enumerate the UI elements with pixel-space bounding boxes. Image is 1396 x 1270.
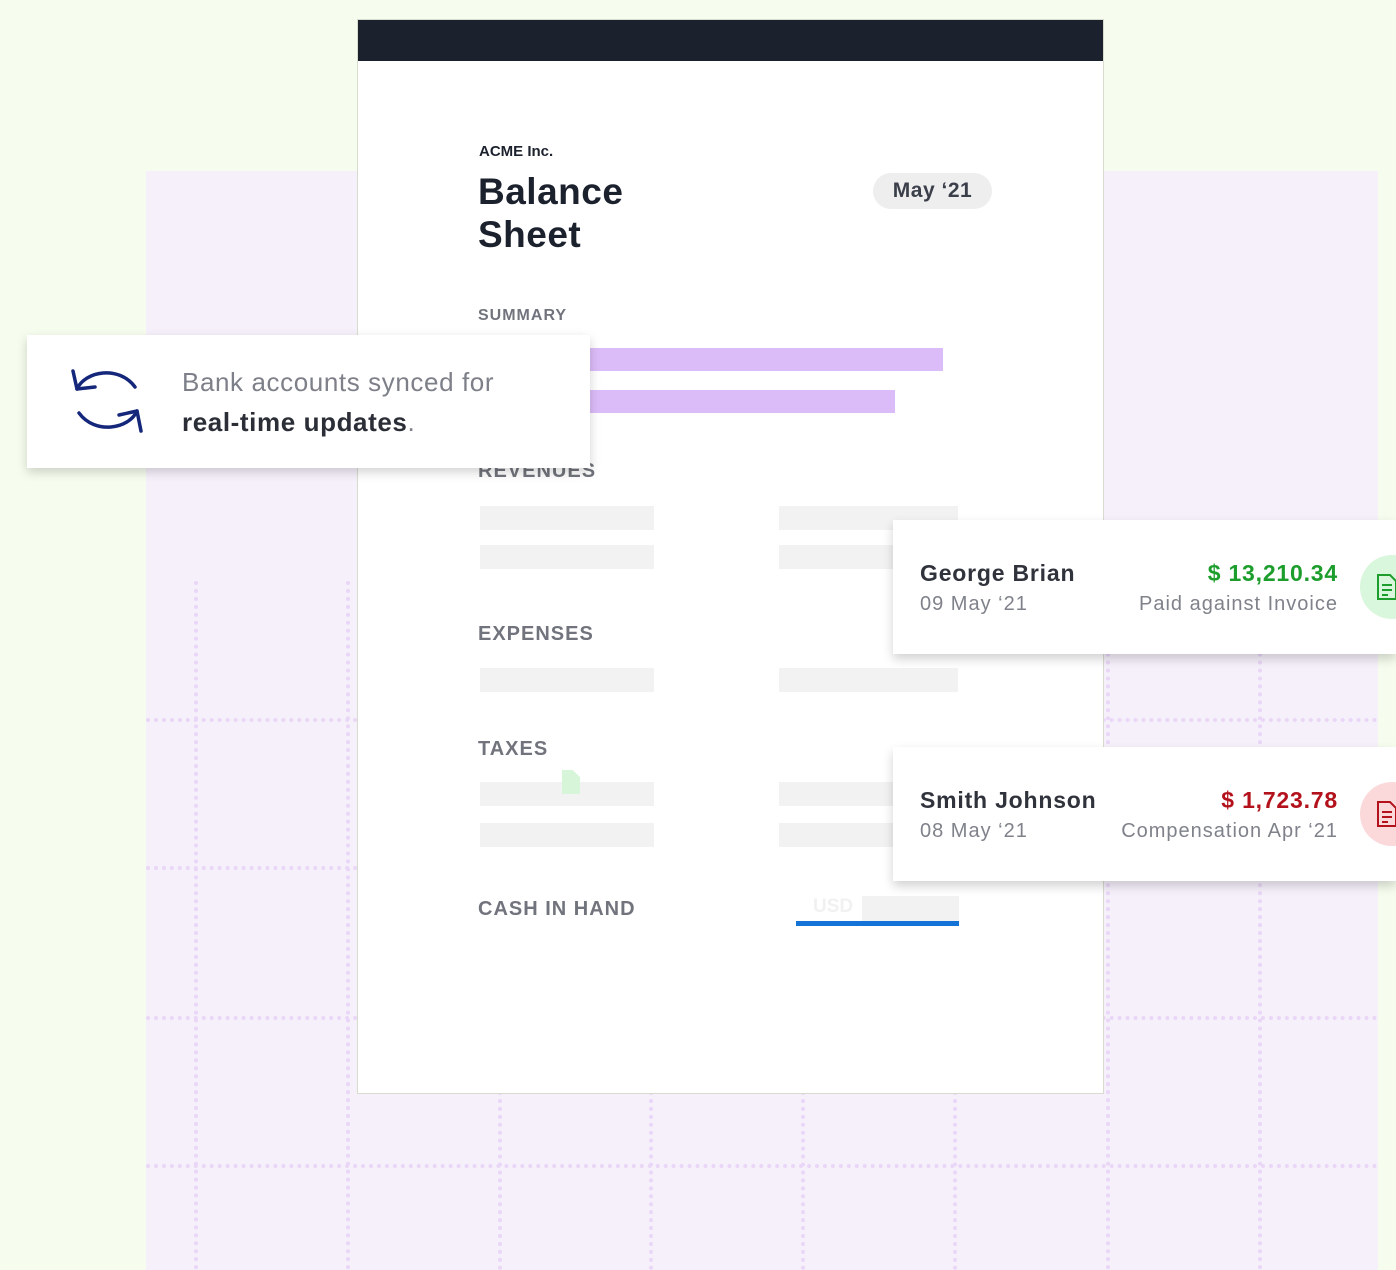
sync-notice-text: Bank accounts synced for (182, 367, 495, 397)
transaction-date: 09 May ‘21 (920, 593, 1028, 615)
sheet-header-bar (358, 20, 1103, 61)
document-icon (562, 770, 580, 794)
transaction-description: Compensation Apr ‘21 (1121, 820, 1338, 842)
transaction-date: 08 May ‘21 (920, 820, 1028, 842)
placeholder-row (480, 545, 654, 569)
sync-notice-highlight: real-time updates. (182, 407, 416, 437)
document-icon (1360, 555, 1396, 619)
grid-line (146, 1164, 1378, 1168)
transaction-description: Paid against Invoice (1138, 593, 1338, 615)
sync-notice-card: Bank accounts synced for real-time updat… (27, 335, 590, 468)
placeholder-row (480, 823, 654, 847)
document-icon (1360, 782, 1396, 846)
grid-line (801, 1091, 805, 1270)
cash-currency: USD (813, 896, 854, 917)
summary-bar (590, 348, 943, 371)
transaction-name: Smith Johnson (920, 787, 1097, 813)
page-title: Balance Sheet (478, 171, 624, 255)
cash-value-placeholder (862, 896, 959, 921)
transaction-card[interactable]: George Brian 09 May ‘21 $ 13,210.34 Paid… (893, 520, 1396, 654)
placeholder-row (480, 668, 654, 692)
transaction-amount: $ 1,723.78 (1221, 787, 1338, 813)
placeholder-row (779, 668, 958, 692)
section-expenses: EXPENSES (478, 623, 594, 645)
section-taxes: TAXES (478, 738, 549, 760)
cash-underline (796, 921, 959, 926)
section-summary: SUMMARY (478, 307, 568, 324)
placeholder-row (480, 506, 654, 530)
grid-line (953, 1091, 957, 1270)
company-name: ACME Inc. (479, 143, 554, 160)
transaction-name: George Brian (920, 560, 1076, 586)
grid-line (649, 1091, 653, 1270)
transaction-card[interactable]: Smith Johnson 08 May ‘21 $ 1,723.78 Comp… (893, 747, 1396, 881)
sync-icon (67, 363, 147, 439)
section-cash-in-hand: CASH IN HAND (478, 898, 636, 920)
period-badge[interactable]: May ‘21 (873, 173, 992, 209)
grid-line (498, 1091, 502, 1270)
summary-bar (590, 390, 895, 413)
transaction-amount: $ 13,210.34 (1207, 560, 1338, 586)
